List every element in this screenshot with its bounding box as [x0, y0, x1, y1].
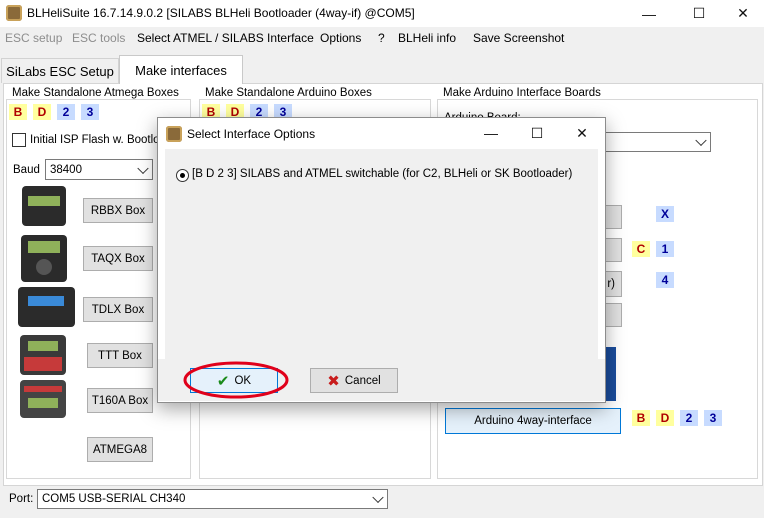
baud-label: Baud: [13, 164, 40, 176]
dialog-titlebar: Select Interface Options — ☐ ✕: [158, 118, 605, 148]
close-button[interactable]: ✕: [720, 0, 764, 27]
cancel-label: Cancel: [344, 374, 381, 387]
badge-d: D: [33, 104, 51, 120]
menu-save-screenshot[interactable]: Save Screenshot: [473, 31, 564, 45]
menu-esc-setup[interactable]: ESC setup: [5, 31, 62, 45]
taqx-device-image: [21, 235, 67, 282]
window-titlebar: BLHeliSuite 16.7.14.9.0.2 [SILABS BLHeli…: [0, 0, 764, 27]
arduino-boards-group-title: Make Arduino Interface Boards: [441, 87, 603, 99]
port-select[interactable]: COM5 USB-SERIAL CH340: [37, 489, 388, 509]
baud-select[interactable]: 38400: [45, 159, 153, 180]
dialog-minimize-button[interactable]: —: [468, 118, 514, 148]
initial-isp-checkbox[interactable]: [12, 133, 26, 147]
menu-blheli-info[interactable]: BLHeli info: [398, 31, 456, 45]
dialog-title: Select Interface Options: [187, 127, 316, 141]
badge-4: 4: [656, 272, 674, 288]
atmega8-button[interactable]: ATMEGA8: [87, 437, 153, 462]
chevron-down-icon: [372, 491, 384, 504]
option-bd23-label[interactable]: [B D 2 3] SILABS and ATMEL switchable (f…: [192, 168, 572, 180]
maximize-button[interactable]: ☐: [676, 0, 722, 27]
x-icon: ✖: [327, 372, 340, 390]
cancel-button[interactable]: ✖ Cancel: [310, 368, 398, 393]
badge-3: 3: [81, 104, 99, 120]
app-icon: [6, 5, 22, 21]
badge-3: 3: [704, 410, 722, 426]
tab-make-interfaces[interactable]: Make interfaces: [119, 55, 243, 84]
chevron-down-icon: [137, 162, 149, 174]
dialog-close-button[interactable]: ✕: [559, 118, 605, 148]
tdlx-box-button[interactable]: TDLX Box: [83, 297, 153, 322]
badge-b: B: [9, 104, 27, 120]
window-title: BLHeliSuite 16.7.14.9.0.2 [SILABS BLHeli…: [27, 6, 415, 20]
tdlx-device-image: [18, 287, 75, 327]
arduino-boxes-group-title: Make Standalone Arduino Boxes: [203, 87, 374, 99]
annotation-circle: [183, 361, 289, 399]
badge-c: C: [632, 241, 650, 257]
badge-d: D: [656, 410, 674, 426]
initial-isp-label: Initial ISP Flash w. Bootloa: [30, 134, 166, 146]
badge-2: 2: [57, 104, 75, 120]
port-label: Port:: [9, 493, 34, 505]
tab-silabs-esc-setup[interactable]: SiLabs ESC Setup: [1, 58, 119, 83]
rbbx-box-button[interactable]: RBBX Box: [83, 198, 153, 223]
badge-2: 2: [680, 410, 698, 426]
badge-x: X: [656, 206, 674, 222]
badge-1: 1: [656, 241, 674, 257]
menu-esc-tools[interactable]: ESC tools: [72, 31, 125, 45]
menu-options[interactable]: Options: [320, 31, 361, 45]
arduino-board-button-3-label: r): [607, 278, 615, 290]
dialog-body: [B D 2 3] SILABS and ATMEL switchable (f…: [165, 149, 598, 359]
t160a-box-button[interactable]: T160A Box: [87, 388, 153, 413]
arduino-4way-interface-button[interactable]: Arduino 4way-interface: [445, 408, 621, 434]
dialog-maximize-button[interactable]: ☐: [514, 118, 560, 148]
option-radio-selected[interactable]: [176, 169, 189, 182]
minimize-button[interactable]: —: [626, 0, 672, 27]
chevron-down-icon: [695, 134, 707, 147]
dialog-footer: ✔ OK ✖ Cancel: [158, 359, 605, 401]
ttt-device-image: [20, 335, 66, 375]
atmega-group-title: Make Standalone Atmega Boxes: [10, 87, 181, 99]
rbbx-device-image: [22, 186, 66, 226]
badge-b: B: [632, 410, 650, 426]
dialog-app-icon: [166, 126, 182, 142]
t160a-device-image: [20, 380, 66, 418]
ttt-box-button[interactable]: TTT Box: [87, 343, 153, 368]
menu-select-interface[interactable]: Select ATMEL / SILABS Interface: [137, 31, 314, 45]
menu-help[interactable]: ?: [378, 31, 385, 45]
port-value: COM5 USB-SERIAL CH340: [42, 493, 186, 505]
taqx-box-button[interactable]: TAQX Box: [83, 246, 153, 271]
baud-value: 38400: [50, 163, 82, 176]
select-interface-dialog: Select Interface Options — ☐ ✕ [B D 2 3]…: [157, 117, 606, 403]
